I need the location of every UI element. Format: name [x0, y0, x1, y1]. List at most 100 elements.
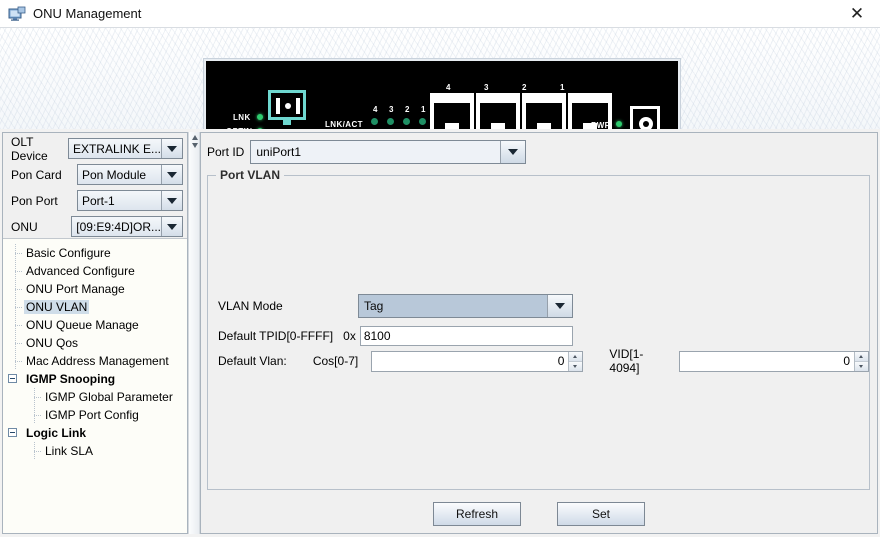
- tree-item-label: Basic Configure: [26, 246, 111, 260]
- onu-row: ONU [09:E9:4D]OR...: [7, 215, 183, 238]
- set-button[interactable]: Set: [557, 502, 645, 526]
- port-id-row: Port ID uniPort1: [207, 140, 527, 164]
- olt-device-value: EXTRALINK E...: [72, 141, 161, 156]
- content-area: OLT Device EXTRALINK E... Pon Card Pon M…: [0, 129, 880, 537]
- vid-value[interactable]: 0: [680, 351, 855, 371]
- cos-value[interactable]: 0: [371, 351, 569, 371]
- power-jack: [630, 106, 660, 129]
- vlan-mode-label: VLAN Mode: [218, 299, 283, 313]
- window-title: ONU Management: [33, 6, 142, 21]
- cos-increment-icon[interactable]: [569, 351, 583, 361]
- pon-port-row: Pon Port Port-1: [7, 189, 183, 212]
- tree-item-basic-configure[interactable]: Basic Configure: [3, 244, 187, 262]
- cos-stepper-buttons[interactable]: [568, 351, 583, 371]
- tree-guide-line: [29, 442, 41, 460]
- tree-item-mac-address-management[interactable]: Mac Address Management: [3, 352, 187, 370]
- tree-item-onu-queue-manage[interactable]: ONU Queue Manage: [3, 316, 187, 334]
- tpid-row: Default TPID[0-FFFF] 0x 8100: [218, 324, 573, 348]
- lnk-led: [257, 114, 263, 120]
- onu-value: [09:E9:4D]OR...: [76, 219, 161, 234]
- tree-guide-line: [29, 406, 41, 424]
- monitor-icon: [8, 6, 26, 22]
- olt-device-label: OLT Device: [11, 134, 48, 163]
- chevron-down-icon[interactable]: [161, 139, 182, 158]
- tree-item-advanced-configure[interactable]: Advanced Configure: [3, 262, 187, 280]
- port-number-4: 4: [446, 83, 451, 92]
- olt-device-row: OLT Device EXTRALINK E...: [7, 134, 183, 163]
- lnkact-led-4: [371, 118, 378, 125]
- port-number-3: 3: [484, 83, 489, 92]
- chevron-down-icon[interactable]: [161, 191, 182, 210]
- vid-increment-icon[interactable]: [855, 351, 869, 361]
- pwr-label: PWR: [591, 121, 611, 129]
- led-number-2: 2: [405, 105, 410, 114]
- tree-item-onu-qos[interactable]: ONU Qos: [3, 334, 187, 352]
- vlan-mode-dropdown[interactable]: Tag: [358, 294, 573, 318]
- splitter-collapse-up-icon[interactable]: [192, 135, 198, 140]
- lnk-label: LNK: [233, 113, 251, 122]
- vlan-mode-row: VLAN Mode Tag: [218, 294, 573, 318]
- chevron-down-icon[interactable]: [500, 141, 526, 163]
- vid-stepper-buttons[interactable]: [854, 351, 869, 371]
- led-number-1: 1: [421, 105, 426, 114]
- tree-item-onu-port-manage[interactable]: ONU Port Manage: [3, 280, 187, 298]
- device-front-panel: LNK OPTIN LNK/ACT 4 3 2 1 4 3 2 1: [204, 59, 680, 129]
- pon-port-dropdown[interactable]: Port-1: [77, 190, 183, 211]
- port-vlan-group: Port VLAN VLAN Mode Tag Default TPID[0-F…: [207, 168, 870, 490]
- tree-expander-minus-icon[interactable]: [8, 374, 17, 383]
- sfp-port: [268, 90, 306, 120]
- close-icon[interactable]: ✕: [834, 0, 880, 27]
- chevron-down-icon[interactable]: [161, 217, 182, 236]
- tree-item-label: ONU Queue Manage: [26, 318, 139, 332]
- vlan-mode-value: Tag: [364, 299, 384, 313]
- led-number-3: 3: [389, 105, 394, 114]
- vid-label: VID[1-4094]: [609, 347, 644, 375]
- tree-item-label: Logic Link: [26, 426, 86, 440]
- tree-item-label: IGMP Global Parameter: [45, 390, 173, 404]
- tree-expander-minus-icon[interactable]: [8, 428, 17, 437]
- tree-guide-line: [10, 262, 22, 280]
- pon-port-value: Port-1: [82, 193, 115, 208]
- vid-decrement-icon[interactable]: [855, 360, 869, 371]
- tree-item-label: Link SLA: [45, 444, 94, 458]
- rj45-port-2: [522, 93, 566, 129]
- tree-item-label: IGMP Snooping: [26, 372, 116, 386]
- onu-label: ONU: [11, 219, 38, 234]
- vid-stepper[interactable]: 0: [679, 350, 870, 372]
- action-button-bar: Refresh Set: [201, 495, 877, 533]
- onu-management-window: ONU Management ✕ LNK OPTIN LNK/ACT 4 3 2…: [0, 0, 880, 537]
- chevron-down-icon[interactable]: [547, 295, 572, 317]
- pon-card-value: Pon Module: [82, 167, 147, 182]
- port-id-dropdown[interactable]: uniPort1: [250, 140, 527, 164]
- rj45-port-3: [476, 93, 520, 129]
- default-vlan-row: Default Vlan: Cos[0-7] 0 VID[1-4094] 0: [218, 347, 870, 375]
- cos-decrement-icon[interactable]: [569, 360, 583, 371]
- tree-item-igmp-port-config[interactable]: IGMP Port Config: [3, 406, 187, 424]
- tree-guide-line: [10, 244, 22, 262]
- splitter-collapse-down-icon[interactable]: [192, 143, 198, 148]
- onu-dropdown[interactable]: [09:E9:4D]OR...: [71, 216, 183, 237]
- tpid-prefix: 0x: [343, 329, 356, 343]
- tree-item-igmp-global-parameter[interactable]: IGMP Global Parameter: [3, 388, 187, 406]
- port-number-1: 1: [560, 83, 565, 92]
- chevron-down-icon[interactable]: [161, 165, 182, 184]
- lnkact-label: LNK/ACT: [325, 120, 363, 129]
- tpid-input[interactable]: 8100: [359, 326, 573, 346]
- tree-item-igmp-snooping[interactable]: IGMP Snooping: [3, 370, 187, 388]
- tree-item-link-sla[interactable]: Link SLA: [3, 442, 187, 460]
- tpid-label: Default TPID[0-FFFF]: [218, 329, 334, 343]
- lnkact-led-2: [403, 118, 410, 125]
- port-id-label: Port ID: [207, 145, 245, 159]
- lnkact-led-1: [419, 118, 426, 125]
- right-panel: Port ID uniPort1 Port VLAN VLAN Mode Tag: [200, 132, 878, 534]
- cos-stepper[interactable]: 0: [370, 350, 584, 372]
- tree-item-onu-vlan[interactable]: ONU VLAN: [3, 298, 187, 316]
- tree-item-label: ONU VLAN: [24, 300, 90, 314]
- tree-guide-line: [10, 334, 22, 352]
- pane-splitter[interactable]: [188, 132, 200, 534]
- pon-card-dropdown[interactable]: Pon Module: [77, 164, 183, 185]
- olt-device-dropdown[interactable]: EXTRALINK E...: [67, 138, 183, 159]
- tree-item-logic-link[interactable]: Logic Link: [3, 424, 187, 442]
- refresh-button[interactable]: Refresh: [433, 502, 521, 526]
- sfp-tab: [283, 120, 291, 125]
